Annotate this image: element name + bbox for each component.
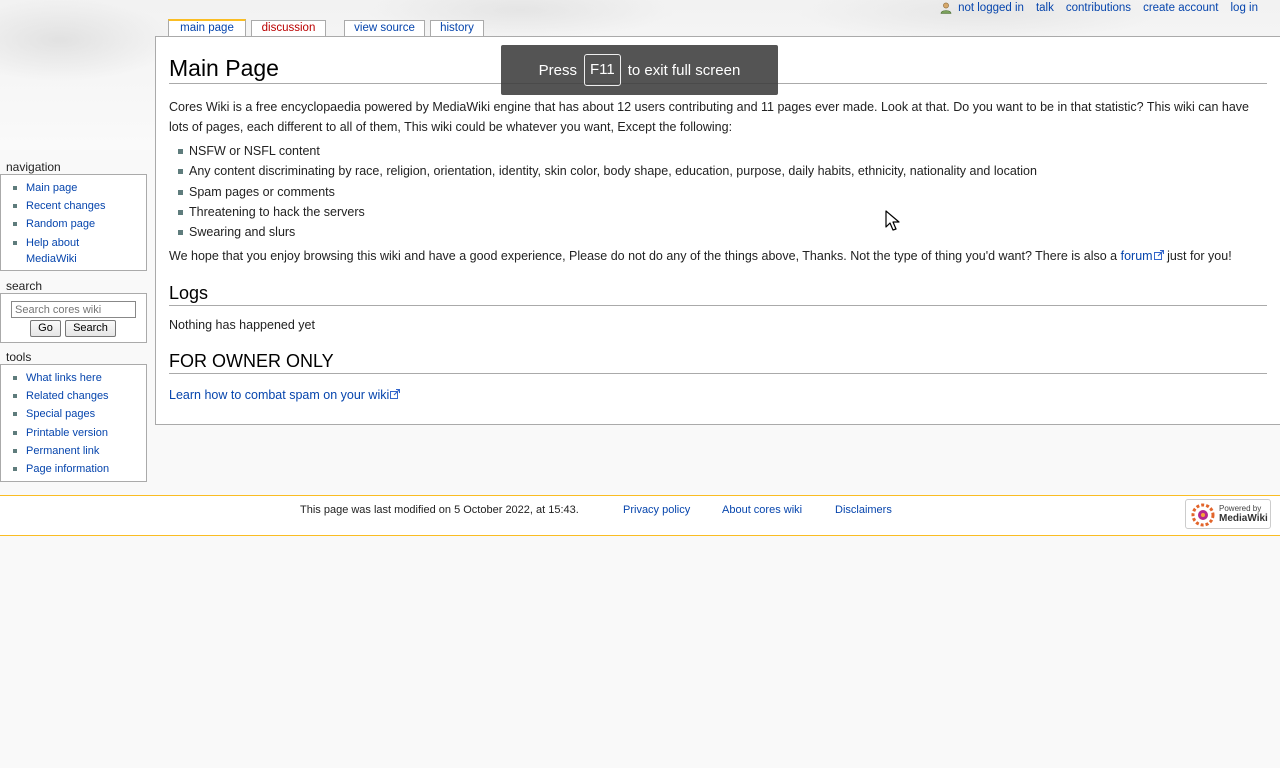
logs-heading: Logs — [169, 281, 1267, 306]
sidebar-item-permanent-link[interactable]: Permanent link — [1, 442, 146, 460]
bullet — [178, 169, 183, 175]
fullscreen-notice: Press F11 to exit full screen — [501, 45, 778, 95]
tools-portlet: What links here Related changes Special … — [0, 364, 147, 482]
sidebar-item-random-page[interactable]: Random page — [1, 215, 146, 233]
tab-view-source[interactable]: view source — [344, 20, 425, 36]
forum-link[interactable]: forum — [1121, 249, 1164, 263]
logs-text: Nothing has happened yet — [169, 318, 315, 332]
navigation-portlet: Main page Recent changes Random page Hel… — [0, 174, 147, 271]
tab-history[interactable]: history — [430, 20, 484, 36]
bullet — [178, 209, 183, 215]
not-logged-in-label: not logged in — [958, 2, 1024, 14]
contributions-link[interactable]: contributions — [1066, 2, 1131, 14]
closing-text: We hope that you enjoy browsing this wik… — [169, 249, 1118, 263]
privacy-policy-link[interactable]: Privacy policy — [623, 504, 690, 516]
disclaimers-link[interactable]: Disclaimers — [835, 504, 892, 516]
sidebar-item-recent-changes[interactable]: Recent changes — [1, 197, 146, 215]
bullet — [178, 149, 183, 154]
fullscreen-notice-prefix: Press — [538, 61, 578, 79]
create-account-link[interactable]: create account — [1143, 2, 1218, 14]
sidebar-item-printable-version[interactable]: Printable version — [1, 424, 146, 442]
sidebar-item-special-pages[interactable]: Special pages — [1, 405, 146, 423]
list-item: NSFW or NSFL content — [169, 141, 1037, 161]
external-link-icon — [390, 389, 401, 399]
tools-title: tools — [6, 350, 32, 364]
log-in-link[interactable]: log in — [1231, 2, 1259, 14]
sidebar-item-page-information[interactable]: Page information — [1, 460, 146, 478]
intro-paragraph: Cores Wiki is a free encyclopaedia power… — [169, 100, 1249, 134]
navigation-title: navigation — [6, 160, 61, 174]
rules-list: NSFW or NSFL content Any content discrim… — [169, 141, 1037, 242]
fullscreen-notice-suffix: to exit full screen — [627, 61, 741, 79]
go-button[interactable]: Go — [30, 320, 61, 337]
powered-by-mediawiki-badge[interactable]: Powered by MediaWiki — [1185, 499, 1271, 529]
closing-paragraph: We hope that you enjoy browsing this wik… — [169, 247, 1269, 267]
talk-link[interactable]: talk — [1036, 2, 1054, 14]
mediawiki-label: MediaWiki — [1219, 513, 1268, 524]
combat-spam-link[interactable]: Learn how to combat spam on your wiki — [169, 388, 401, 402]
list-item: Any content discriminating by race, reli… — [169, 161, 1037, 181]
bullet — [178, 230, 183, 236]
mediawiki-logo-icon — [1191, 503, 1215, 527]
mouse-cursor-icon — [885, 210, 900, 231]
search-button[interactable]: Search — [65, 320, 116, 337]
powered-by-label: Powered by — [1219, 504, 1262, 513]
bullet — [178, 189, 183, 195]
list-item: Threatening to hack the servers — [169, 202, 1037, 222]
personal-tools: not logged in talk contributions create … — [940, 2, 1258, 14]
external-link-icon — [1153, 250, 1164, 260]
about-link[interactable]: About cores wiki — [722, 504, 802, 516]
sidebar-item-what-links-here[interactable]: What links here — [1, 369, 146, 387]
closing-text-end: just for you! — [1167, 249, 1232, 263]
search-input[interactable] — [11, 301, 136, 318]
search-title: search — [6, 279, 43, 293]
footer: This page was last modified on 5 October… — [0, 495, 1280, 536]
sidebar-item-related-changes[interactable]: Related changes — [1, 387, 146, 405]
sidebar-item-main-page[interactable]: Main page — [1, 179, 146, 197]
last-modified-text: This page was last modified on 5 October… — [300, 504, 579, 516]
f11-key: F11 — [584, 54, 621, 86]
list-item: Swearing and slurs — [169, 222, 1037, 242]
sidebar-item-help[interactable]: Help about MediaWiki — [1, 234, 146, 269]
list-item: Spam pages or comments — [169, 182, 1037, 202]
tab-discussion[interactable]: discussion — [251, 20, 326, 36]
tab-main-page[interactable]: main page — [168, 19, 246, 36]
owner-paragraph: Learn how to combat spam on your wiki — [169, 386, 1269, 406]
owner-heading: FOR OWNER ONLY — [169, 349, 1267, 374]
user-icon — [940, 2, 952, 14]
